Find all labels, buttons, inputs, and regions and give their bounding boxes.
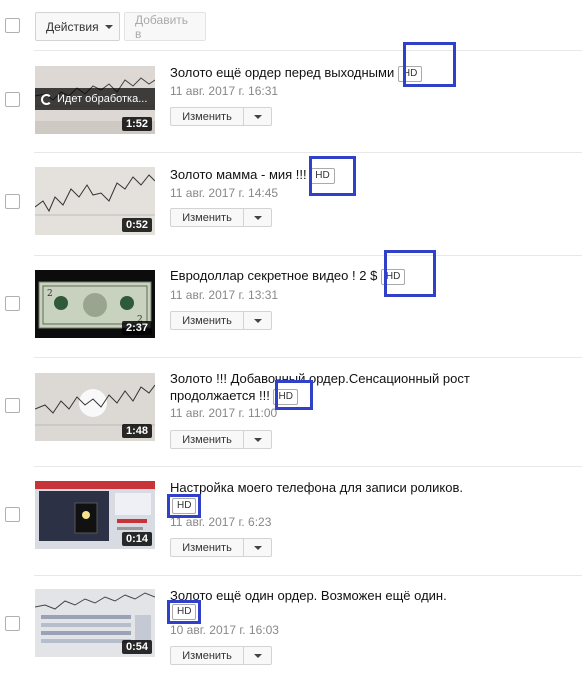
edit-menu-button[interactable] [244, 538, 272, 557]
duration-badge: 0:52 [121, 218, 152, 232]
chevron-down-icon [104, 24, 113, 29]
row-divider [34, 466, 582, 467]
edit-button[interactable]: Изменить [170, 646, 244, 665]
edit-button-group: Изменить [170, 538, 272, 557]
video-title-text: Золото ещё ордер перед выходными [170, 65, 395, 80]
edit-menu-button[interactable] [244, 208, 272, 227]
video-title[interactable]: Настройка моего телефона для записи роли… [170, 479, 463, 496]
hd-highlight-box [167, 600, 201, 624]
add-to-label: Добавить в [135, 12, 189, 41]
processing-overlay: Идет обработка... [35, 88, 155, 110]
chevron-down-icon [253, 437, 262, 442]
video-thumbnail[interactable]: 2 2 2:37 [35, 270, 155, 338]
select-all-checkbox[interactable] [5, 18, 20, 33]
edit-button[interactable]: Изменить [170, 311, 244, 330]
edit-button-group: Изменить [170, 107, 272, 126]
edit-menu-button[interactable] [244, 430, 272, 449]
video-title[interactable]: Золото ещё ордер перед выходными HD [170, 64, 423, 82]
actions-label: Действия [46, 19, 99, 34]
video-title[interactable]: Золото ещё один ордер. Возможен ещё один… [170, 587, 447, 604]
video-thumbnail[interactable]: 0:54 [35, 589, 155, 657]
video-title-text-line2: продолжается !!! [170, 388, 270, 403]
video-date: 10 авг. 2017 г. 16:03 [170, 623, 279, 637]
video-title-text: Золото мамма - мия !!! [170, 167, 307, 182]
video-checkbox[interactable] [5, 92, 20, 107]
video-thumbnail[interactable]: Идет обработка... 1:52 [35, 66, 155, 134]
video-checkbox[interactable] [5, 194, 20, 209]
chevron-down-icon [253, 318, 262, 323]
hd-highlight-box [309, 156, 356, 196]
processing-label: Идет обработка... [57, 93, 148, 105]
duration-badge: 0:54 [121, 640, 152, 654]
video-title[interactable]: Евродоллар секретное видео ! 2 $ HD [170, 267, 406, 285]
video-thumbnail[interactable]: 0:14 [35, 481, 155, 549]
edit-menu-button[interactable] [244, 646, 272, 665]
video-thumbnail[interactable]: 0:52 [35, 167, 155, 235]
spinner-icon [41, 93, 52, 105]
hd-highlight-box [403, 42, 456, 87]
edit-menu-button[interactable] [244, 311, 272, 330]
video-date: 11 авг. 2017 г. 11:00 [170, 406, 278, 420]
add-to-button[interactable]: Добавить в [124, 12, 206, 41]
video-checkbox[interactable] [5, 296, 20, 311]
video-title-text: Настройка моего телефона для записи роли… [170, 480, 463, 495]
edit-button[interactable]: Изменить [170, 107, 244, 126]
row-divider [34, 255, 582, 256]
duration-badge: 0:14 [121, 532, 152, 546]
edit-button[interactable]: Изменить [170, 430, 244, 449]
video-title-text: Золото !!! Добавочный ордер.Сенсационный… [170, 371, 470, 386]
actions-dropdown[interactable]: Действия [35, 12, 120, 41]
video-date: 11 авг. 2017 г. 13:31 [170, 288, 279, 302]
row-divider [34, 575, 582, 576]
edit-button-group: Изменить [170, 646, 272, 665]
edit-button-group: Изменить [170, 311, 272, 330]
video-thumbnail[interactable]: 1:48 [35, 373, 155, 441]
row-divider [34, 152, 582, 153]
edit-button[interactable]: Изменить [170, 538, 244, 557]
edit-button-group: Изменить [170, 430, 272, 449]
video-title[interactable]: Золото !!! Добавочный ордер.Сенсационный… [170, 370, 470, 405]
chevron-down-icon [253, 653, 262, 658]
video-checkbox[interactable] [5, 616, 20, 631]
hd-highlight-box [275, 380, 313, 410]
duration-badge: 2:37 [121, 321, 152, 335]
chevron-down-icon [253, 545, 262, 550]
row-divider [34, 357, 582, 358]
hd-highlight-box [384, 250, 436, 297]
video-date: 11 авг. 2017 г. 14:45 [170, 186, 279, 200]
chevron-down-icon [253, 215, 262, 220]
edit-menu-button[interactable] [244, 107, 272, 126]
row-divider [34, 50, 582, 51]
video-date: 11 авг. 2017 г. 16:31 [170, 84, 279, 98]
video-checkbox[interactable] [5, 507, 20, 522]
edit-button[interactable]: Изменить [170, 208, 244, 227]
video-title-text: Евродоллар секретное видео ! 2 $ [170, 268, 378, 283]
hd-highlight-box [167, 494, 201, 518]
duration-badge: 1:52 [121, 117, 152, 131]
edit-button-group: Изменить [170, 208, 272, 227]
duration-badge: 1:48 [121, 424, 152, 438]
svg-text:2: 2 [47, 289, 53, 299]
video-title-text: Золото ещё один ордер. Возможен ещё один… [170, 588, 447, 603]
video-checkbox[interactable] [5, 398, 20, 413]
chevron-down-icon [253, 114, 262, 119]
